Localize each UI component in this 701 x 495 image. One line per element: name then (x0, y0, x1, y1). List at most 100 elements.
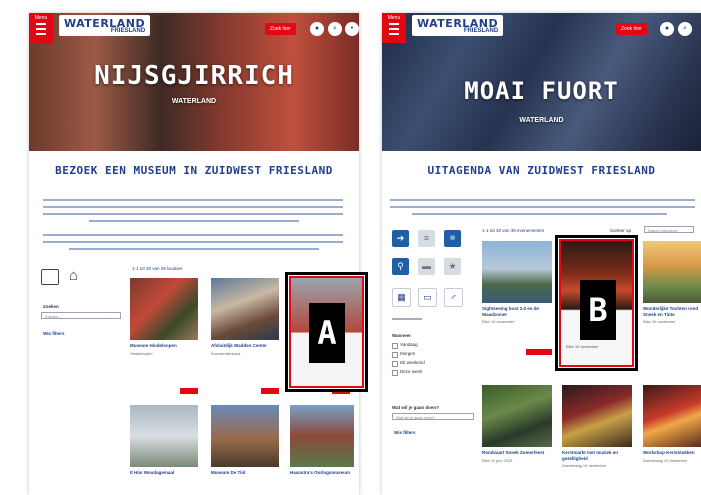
category-caption (392, 318, 422, 320)
hero-subtitle: WATERLAND (519, 117, 564, 124)
checkbox[interactable] (392, 343, 398, 349)
search-icon[interactable]: ⌕ (328, 22, 342, 36)
event-card[interactable]: Kerstmarkt met muziek en gezelligheid Do… (562, 385, 632, 468)
menu-button[interactable]: Menu (382, 13, 406, 43)
line-category-icon[interactable]: ▬ (418, 258, 435, 275)
card-image (211, 405, 279, 467)
card-date: Elke 11 juni 2025 (482, 457, 513, 463)
intro-text-line (69, 248, 319, 250)
card-image (211, 278, 279, 340)
menu-category-icon[interactable]: ≡ (418, 230, 435, 247)
checkbox-label: Deze week (400, 369, 423, 374)
card-image (130, 405, 198, 467)
card-image (643, 241, 701, 303)
intro-text-line (390, 199, 695, 201)
card-image (482, 241, 552, 303)
card-image (290, 405, 354, 467)
card-title: Workshop Kerststukken (643, 450, 695, 455)
card-image (562, 385, 632, 447)
museum-card[interactable]: Museum De Tiid (211, 405, 279, 476)
card-title: Rondvaart Sneek Zomerfeest (482, 450, 545, 455)
intro-text-line (43, 213, 343, 215)
event-card[interactable]: Sightseeing boot 2.0 en de Waadzomer Elk… (482, 241, 552, 355)
left-screenshot: Menu WATERLAND FRIESLAND Zoek hier ● ⌕ •… (29, 13, 359, 495)
card-title: Afsluitdijk Wadden Center (211, 343, 267, 348)
menu-label: Menu (34, 15, 48, 21)
star-category-icon[interactable]: ★ (444, 258, 461, 275)
sort-label: Sorteer op (610, 228, 632, 233)
museum-card[interactable]: Haanstra's Oorlogsmuseum (290, 405, 354, 476)
checkbox-label: Morgen (400, 351, 416, 356)
more-info-button[interactable] (261, 388, 279, 394)
museum-card[interactable]: Museum Hindeloopen Hindeloopen (130, 278, 198, 394)
card-image (643, 385, 701, 447)
marker-label-a: A (309, 303, 345, 363)
sort-select[interactable]: Datum oplopend (644, 226, 694, 233)
hamburger-icon (389, 23, 399, 35)
event-card[interactable]: Wonderlijke Tochten rond Sneek en Tinte … (643, 241, 701, 324)
more-info-button[interactable] (526, 349, 552, 355)
card-location: Kornwerderzand (211, 350, 241, 356)
intro-text-line (43, 199, 343, 201)
runner-category-icon[interactable]: ♂ (444, 288, 463, 307)
menu-button[interactable]: Menu (29, 13, 53, 43)
hamburger-icon (36, 23, 46, 35)
filter-input[interactable]: Zoeken... (41, 312, 121, 319)
logo[interactable]: WATERLAND FRIESLAND (59, 15, 151, 36)
result-count: 1-1 tot 30 van 29 locaties (132, 266, 183, 271)
search-button[interactable]: Zoek hier (616, 23, 647, 35)
search-label: Wat wil je gaan doen? (392, 405, 439, 410)
card-date: Elke 10 november (482, 319, 515, 324)
checkbox-label: Dit weekend (400, 360, 425, 365)
hero-subtitle: WATERLAND (171, 98, 217, 105)
bike-category-icon[interactable]: ⚲ (392, 258, 409, 275)
more-icon[interactable]: • (345, 22, 359, 36)
museum-card[interactable]: It Hûs Woudagemaal (130, 405, 198, 476)
checkbox-label: Vandaag (400, 342, 418, 347)
marker-label-b: B (580, 280, 616, 340)
museum-card[interactable]: Afsluitdijk Wadden Center Kornwerderzand (211, 278, 279, 394)
checkbox[interactable] (392, 370, 398, 376)
museum-category-icon[interactable] (41, 269, 59, 285)
card-date: Elke 10 november (566, 344, 599, 349)
home-category-icon[interactable]: ⌂ (69, 267, 78, 284)
card-image (482, 385, 552, 447)
search-button[interactable]: Zoek hier (265, 23, 296, 35)
card-title: Museum De Tiid (211, 470, 246, 475)
arrow-category-icon[interactable]: ➔ (392, 230, 409, 247)
hero-title: NIJSGJIRRICH (94, 61, 294, 91)
more-info-button[interactable] (180, 388, 198, 394)
card-date: Elke 10 november (643, 319, 676, 324)
logo[interactable]: WATERLAND FRIESLAND (412, 15, 504, 36)
intro-text-line (43, 234, 343, 236)
user-icon[interactable]: ● (310, 22, 324, 36)
section-title: UITAGENDA VAN ZUIDWEST FRIESLAND (427, 164, 656, 177)
section-title: BEZOEK EEN MUSEUM IN ZUIDWEST FRIESLAND (55, 164, 333, 177)
card-title: Sightseeing boot 2.0 en de Waadzomer (482, 306, 540, 317)
reset-filters-link[interactable]: Wis filters (394, 430, 415, 435)
user-icon[interactable]: ● (660, 22, 674, 36)
card-date: Donderdag 19 december (562, 463, 607, 468)
search-icon[interactable]: ⌕ (678, 22, 692, 36)
intro-text-line (412, 213, 667, 215)
card-title: Kerstmarkt met muziek en gezelligheid (562, 450, 619, 461)
screen-category-icon[interactable]: ▭ (418, 288, 437, 307)
checkbox[interactable] (392, 361, 398, 367)
right-screenshot: Menu WATERLAND FRIESLAND Zoek hier ● ⌕ M… (382, 13, 701, 495)
building-category-icon[interactable]: ▦ (392, 288, 411, 307)
hero-title: MOAI FUORT (464, 77, 619, 105)
intro-text-line (43, 241, 343, 243)
card-date: Donderdag 19 december (643, 457, 688, 463)
card-location: Hindeloopen (130, 350, 153, 356)
search-input[interactable]: Wat wil je gaan doen? (392, 413, 474, 420)
label-category-icon[interactable]: ▤ (444, 230, 461, 247)
event-card[interactable]: Workshop Kerststukken Donderdag 19 decem… (643, 385, 701, 463)
intro-text-line (43, 206, 343, 208)
card-title: It Hûs Woudagemaal (130, 470, 175, 475)
event-card[interactable]: Rondvaart Sneek Zomerfeest Elke 11 juni … (482, 385, 552, 463)
reset-filters-link[interactable]: Wis filters (43, 331, 64, 336)
hero-banner: Menu WATERLAND FRIESLAND Zoek hier ● ⌕ •… (29, 13, 359, 151)
checkbox[interactable] (392, 352, 398, 358)
hero-banner: Menu WATERLAND FRIESLAND Zoek hier ● ⌕ M… (382, 13, 701, 151)
wanneer-label: Wanneer (392, 333, 411, 338)
